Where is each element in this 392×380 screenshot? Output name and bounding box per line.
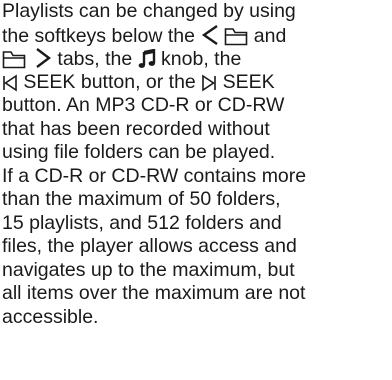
text-line-3: tabs, the knob, the	[2, 47, 390, 71]
text: SEEK button, or the	[18, 70, 202, 93]
text: SEEK	[217, 70, 275, 93]
chevron-right-icon	[34, 47, 52, 69]
text: accessible.	[2, 305, 99, 328]
text-line-4: SEEK button, or the SEEK	[2, 71, 390, 95]
instruction-paragraph: Playlists can be changed by using the so…	[2, 0, 390, 329]
text-line-13: all items over the maximum are not	[2, 282, 390, 306]
text-line-12: navigates up to the maximum, but	[2, 259, 390, 283]
text: knob, the	[155, 48, 242, 70]
text: navigates up to the maximum, but	[2, 258, 295, 281]
text-line-9: than the maximum of 50 folders,	[2, 188, 390, 212]
text-line-7: using file folders can be played.	[2, 141, 390, 165]
chevron-left-icon	[200, 24, 220, 46]
text: the softkeys below the	[2, 24, 201, 47]
text: using file folders can be played.	[2, 141, 276, 163]
text: button. An MP3 CD-R or CD-RW	[2, 94, 285, 116]
text: files, the player allows access and	[2, 235, 297, 257]
music-note-icon	[138, 49, 156, 69]
text: than the maximum of 50 folders,	[2, 188, 281, 210]
seek-forward-icon	[201, 74, 217, 92]
text: tabs, the	[52, 48, 138, 70]
text: and	[248, 24, 287, 47]
text-line-1: Playlists can be changed by using	[2, 0, 390, 24]
text-line-6: that has been recorded without	[2, 118, 390, 142]
text-line-2: the softkeys below the and	[2, 24, 390, 48]
text: Playlists can be changed by using	[2, 0, 296, 22]
seek-back-icon	[2, 74, 18, 92]
text: 15 playlists, and 512 folders and	[2, 211, 282, 234]
text-line-14: accessible.	[2, 306, 390, 330]
text-line-8: If a CD-R or CD-RW contains more	[2, 165, 390, 189]
text: all items over the maximum are not	[2, 282, 306, 304]
text-line-10: 15 playlists, and 512 folders and	[2, 212, 390, 236]
text: If a CD-R or CD-RW contains more	[2, 164, 307, 187]
text-line-11: files, the player allows access and	[2, 235, 390, 259]
text-line-5: button. An MP3 CD-R or CD-RW	[2, 94, 390, 118]
folder-icon	[2, 49, 26, 69]
folder-icon	[224, 26, 248, 46]
text: that has been recorded without	[2, 117, 270, 140]
